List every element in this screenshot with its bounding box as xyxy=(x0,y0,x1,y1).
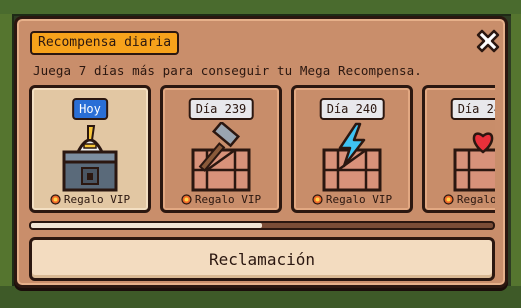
background-top xyxy=(0,0,521,16)
reward-label-row: Regalo VIP xyxy=(163,193,279,206)
reward-label-row: Regalo VIP xyxy=(32,193,148,206)
reward-label: Regalo VIP xyxy=(63,193,131,206)
vip-gift-icon xyxy=(181,194,192,205)
vip-gift-icon xyxy=(443,194,454,205)
reward-label-row: Regalo VIP xyxy=(294,193,410,206)
reward-label-row: Regalo VIP xyxy=(425,193,495,206)
reward-label: Regalo VIP xyxy=(456,193,495,206)
reward-card-day-241[interactable]: Día 241 Regalo VIP xyxy=(422,85,495,213)
reward-card-today[interactable]: Hoy Regalo VIP xyxy=(29,85,151,213)
daily-reward-dialog: Recompensa diaria Juega 7 días más para … xyxy=(14,16,508,288)
close-button[interactable] xyxy=(471,25,505,57)
day-badge: Día 239 xyxy=(188,98,254,120)
hammer-crate-icon xyxy=(191,122,251,192)
lightning-crate-icon xyxy=(322,122,382,192)
background-right xyxy=(511,14,521,308)
carousel-scrollbar[interactable] xyxy=(29,221,495,230)
day-badge: Día 241 xyxy=(450,98,495,120)
dialog-subtitle: Juega 7 días más para conseguir tu Mega … xyxy=(33,63,422,78)
reward-card-day-239[interactable]: Día 239 Regalo VIP xyxy=(160,85,282,213)
scrollbar-thumb[interactable] xyxy=(31,223,262,228)
vip-gift-icon xyxy=(50,194,61,205)
background-bottom xyxy=(0,286,521,308)
heart-crate-icon xyxy=(453,132,495,192)
vip-gift-icon xyxy=(312,194,323,205)
close-x-icon xyxy=(476,29,500,53)
reward-carousel[interactable]: Hoy Regalo VIP Día 239 Regalo VIP Día 24… xyxy=(29,85,495,217)
reward-label: Regalo VIP xyxy=(325,193,393,206)
reward-label: Regalo VIP xyxy=(194,193,262,206)
day-badge: Hoy xyxy=(72,98,108,120)
knight-chest-icon xyxy=(62,125,118,192)
dialog-title: Recompensa diaria xyxy=(30,31,180,55)
day-badge: Día 240 xyxy=(319,98,385,120)
reward-card-day-240[interactable]: Día 240 Regalo VIP xyxy=(291,85,413,213)
claim-button[interactable]: Reclamación xyxy=(29,237,495,281)
background-left xyxy=(0,14,14,308)
